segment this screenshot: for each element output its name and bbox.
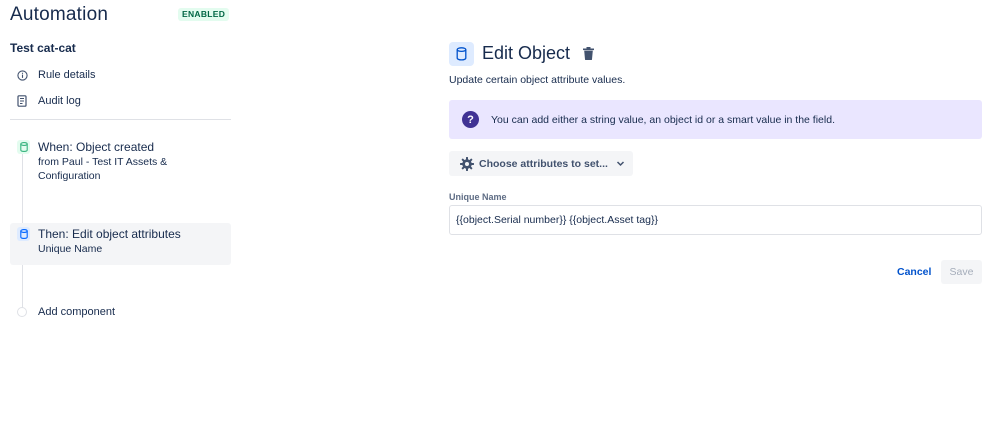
save-button[interactable]: Save	[941, 260, 982, 284]
audit-log-icon	[16, 95, 28, 107]
object-icon	[17, 140, 30, 154]
chevron-down-icon	[616, 159, 625, 168]
object-icon	[17, 227, 30, 241]
info-icon	[16, 69, 28, 81]
question-icon: ?	[462, 111, 479, 128]
cancel-button[interactable]: Cancel	[893, 261, 935, 283]
step-subtitle: Unique Name	[38, 243, 103, 255]
nav-item-rule-details[interactable]: Rule details	[16, 66, 95, 84]
timeline-dot-icon	[17, 307, 27, 317]
trash-icon[interactable]	[581, 45, 595, 61]
choose-attributes-button[interactable]: Choose attributes to set...	[449, 151, 633, 176]
nav-item-label: Rule details	[38, 69, 96, 81]
rule-name: Test cat-cat	[10, 41, 76, 55]
divider	[10, 119, 231, 120]
info-banner: ? You can add either a string value, an …	[449, 100, 982, 139]
nav-item-label: Audit log	[38, 95, 81, 107]
editor-title: Edit Object	[482, 43, 571, 63]
action-step-selected[interactable]: Then: Edit object attributes Unique Name	[10, 223, 231, 265]
gear-icon	[460, 156, 474, 171]
status-badge: ENABLED	[178, 8, 230, 21]
unique-name-input[interactable]	[449, 205, 982, 235]
add-component-label: Add component	[38, 306, 116, 318]
editor-description: Update certain object attribute values.	[449, 74, 626, 86]
add-component-button[interactable]: Add component	[17, 305, 115, 319]
object-icon	[449, 42, 474, 66]
page-title: Automation	[10, 4, 109, 25]
step-subtitle: from Paul - Test IT Assets & Configurati…	[38, 156, 168, 182]
step-title: When: Object created	[38, 140, 155, 154]
nav-item-audit-log[interactable]: Audit log	[16, 92, 81, 110]
trigger-step[interactable]: When: Object created from Paul - Test IT…	[10, 136, 231, 196]
info-banner-text: You can add either a string value, an ob…	[491, 114, 835, 126]
step-title: Then: Edit object attributes	[38, 227, 181, 241]
choose-attributes-label: Choose attributes to set...	[479, 157, 608, 170]
unique-name-label: Unique Name	[449, 192, 507, 202]
